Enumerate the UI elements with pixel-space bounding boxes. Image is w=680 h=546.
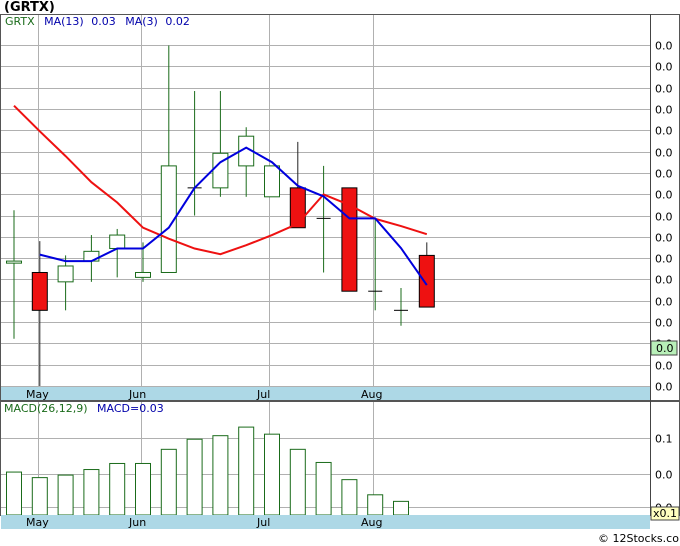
legend-symbol: GRTX xyxy=(5,15,35,28)
price-y-tick-label: 0.0 xyxy=(655,211,673,224)
legend-ma13-value: 0.03 xyxy=(91,15,116,28)
price-y-tick-label: 0.0 xyxy=(655,296,673,309)
macd-legend: MACD(26,12,9) MACD=0.03 xyxy=(4,402,164,415)
macd-bar xyxy=(264,433,280,516)
macd-x-tick-label: Aug xyxy=(361,516,382,529)
last-value-label: 0.0 xyxy=(656,342,674,355)
legend-ma13-label: MA(13) xyxy=(44,15,84,28)
macd-bar xyxy=(186,438,203,516)
macd-y-axis: 0.10.00.0 xyxy=(655,433,673,515)
price-x-tick-label: Jun xyxy=(128,388,146,401)
macd-scale-label: x0.1 xyxy=(653,507,677,520)
price-panel xyxy=(0,14,680,401)
macd-bar xyxy=(135,462,151,516)
price-x-axis-band xyxy=(1,387,650,400)
macd-x-tick-label: May xyxy=(26,516,49,529)
macd-bar xyxy=(57,474,74,516)
candle-body xyxy=(135,271,151,278)
macd-bar xyxy=(31,477,48,516)
macd-legend-value: MACD=0.03 xyxy=(97,402,164,415)
price-y-tick-label: 0.0 xyxy=(655,381,673,394)
price-y-tick-label: 0.0 xyxy=(655,317,673,330)
price-y-tick-label: 0.0 xyxy=(655,232,673,245)
candle-body xyxy=(31,271,48,311)
price-x-tick-label: Aug xyxy=(361,388,382,401)
macd-legend-label: MACD(26,12,9) xyxy=(4,402,88,415)
price-y-tick-label: 0.0 xyxy=(655,274,673,287)
price-y-tick-label: 0.0 xyxy=(655,253,673,266)
candle-body xyxy=(57,265,74,283)
price-x-tick-label: Jul xyxy=(256,388,270,401)
macd-bar xyxy=(238,426,255,516)
macd-bar xyxy=(341,479,358,516)
price-y-tick-label: 0.0 xyxy=(655,83,673,96)
chart-title: (GRTX) xyxy=(4,0,55,15)
macd-y-tick-label: 0.1 xyxy=(655,433,673,446)
macd-bar xyxy=(160,448,177,516)
macd-x-tick-label: Jul xyxy=(256,516,270,529)
macd-bar xyxy=(6,471,22,516)
candle-body xyxy=(289,187,306,229)
price-y-tick-label: 0.0 xyxy=(655,360,673,373)
candle-body xyxy=(6,260,22,264)
macd-bar xyxy=(83,469,100,516)
macd-bar xyxy=(212,435,229,516)
macd-x-tick-label: Jun xyxy=(128,516,146,529)
price-y-tick-label: 0.0 xyxy=(655,104,673,117)
price-y-tick-label: 0.0 xyxy=(655,125,673,138)
candle-body xyxy=(418,254,435,308)
candle-body xyxy=(264,165,280,198)
macd-bar xyxy=(393,500,409,516)
credit-text: © 12Stocks.com xyxy=(598,532,680,545)
price-y-tick-label: 0.0 xyxy=(655,168,673,181)
price-y-tick-label: 0.0 xyxy=(655,40,673,53)
macd-bar xyxy=(289,448,306,516)
macd-y-tick-label: 0.0 xyxy=(655,469,673,482)
macd-panel xyxy=(0,401,680,516)
macd-bar xyxy=(109,462,126,516)
legend-ma3-label: MA(3) xyxy=(125,15,158,28)
macd-x-axis-band xyxy=(1,515,650,529)
macd-bar xyxy=(367,494,384,516)
price-y-tick-label: 0.0 xyxy=(655,189,673,202)
price-y-tick-label: 0.0 xyxy=(655,61,673,74)
macd-bar xyxy=(315,461,332,516)
legend-ma3-value: 0.02 xyxy=(165,15,190,28)
price-x-tick-label: May xyxy=(26,388,49,401)
stock-chart: (GRTX) 0.00.00.00.00.00.00.00.00.00.00.0… xyxy=(0,0,680,545)
price-y-axis: 0.0 0.0 0.0 0.0 0.0 0.0 0.0 0.0 0.0 0.0 0.0 0.0 0.0 0… xyxy=(655,40,673,394)
price-y-tick-label: 0.0 xyxy=(655,147,673,160)
candle-body xyxy=(109,234,126,249)
